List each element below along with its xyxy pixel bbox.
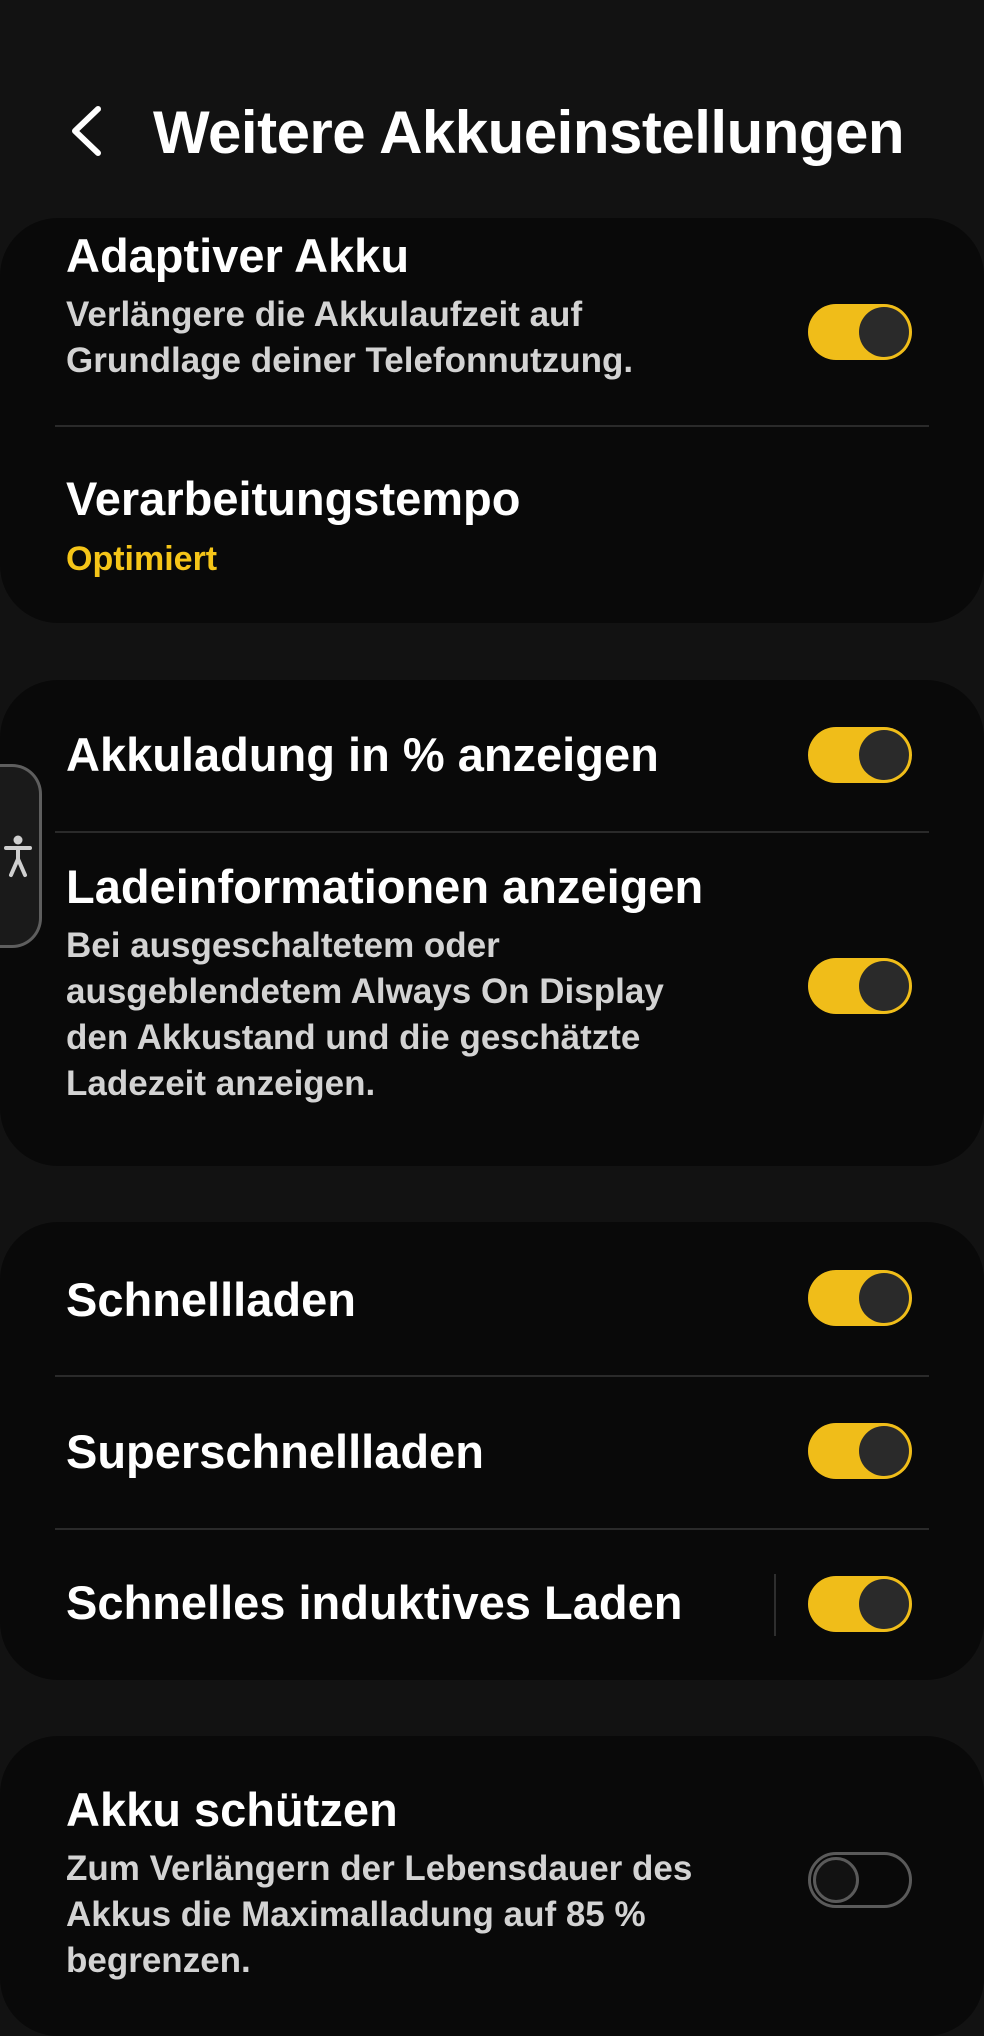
row-title: Akkuladung in % anzeigen (66, 728, 659, 781)
settings-card-charging: Schnellladen Superschnellladen Schnelles… (0, 1222, 984, 1680)
toggle-knob (859, 961, 909, 1011)
toggle-knob (813, 1857, 859, 1903)
accessibility-person-icon (3, 835, 32, 877)
vertical-separator (774, 1574, 776, 1636)
row-title: Adaptiver Akku (66, 229, 410, 282)
row-charging-info[interactable]: Ladeinformationen anzeigen Bei ausgescha… (0, 833, 984, 1166)
toggle-knob (859, 1579, 909, 1629)
row-title: Akku schützen (66, 1783, 398, 1836)
row-description: Zum Verlängern der Lebensdauer des Akkus… (66, 1849, 693, 1980)
row-adaptive-battery[interactable]: Adaptiver Akku Verlängere die Akkulaufze… (0, 218, 984, 426)
row-title: Superschnellladen (66, 1425, 484, 1478)
page-title: Weitere Akkueinstellungen (153, 99, 905, 166)
fast-charging-toggle[interactable] (808, 1270, 912, 1326)
row-fast-wireless-charging[interactable]: Schnelles induktives Laden (0, 1530, 984, 1680)
charging-info-toggle[interactable] (808, 958, 912, 1014)
protect-battery-toggle[interactable] (808, 1852, 912, 1908)
settings-card-display: Akkuladung in % anzeigen Ladeinformation… (0, 680, 984, 1166)
settings-card-adaptive: Adaptiver Akku Verlängere die Akkulaufze… (0, 218, 984, 623)
row-title: Ladeinformationen anzeigen (66, 860, 704, 913)
adaptive-battery-toggle[interactable] (808, 304, 912, 360)
toggle-knob (859, 1273, 909, 1323)
row-super-fast-charging[interactable]: Superschnellladen (0, 1377, 984, 1528)
row-title: Schnelles induktives Laden (66, 1576, 683, 1629)
row-fast-charging[interactable]: Schnellladen (0, 1222, 984, 1375)
row-show-percentage[interactable]: Akkuladung in % anzeigen (0, 680, 984, 831)
toggle-knob (859, 730, 909, 780)
fast-wireless-charging-toggle[interactable] (808, 1576, 912, 1632)
chevron-left-icon (72, 106, 101, 156)
row-description: Verlängere die Akkulaufzeit auf Grundlag… (66, 295, 634, 380)
back-button[interactable] (62, 100, 110, 162)
row-protect-battery[interactable]: Akku schützen Zum Verlängern der Lebensd… (0, 1736, 984, 2036)
row-title: Verarbeitungstempo (66, 472, 521, 525)
settings-card-protect: Akku schützen Zum Verlängern der Lebensd… (0, 1736, 984, 2036)
row-processing-speed[interactable]: Verarbeitungstempo Optimiert (0, 427, 984, 623)
show-percentage-toggle[interactable] (808, 727, 912, 783)
accessibility-handle[interactable] (0, 764, 42, 948)
app-header: Weitere Akkueinstellungen (0, 0, 984, 230)
toggle-knob (859, 1426, 909, 1476)
row-value: Optimiert (66, 540, 218, 578)
row-title: Schnellladen (66, 1273, 356, 1326)
super-fast-charging-toggle[interactable] (808, 1423, 912, 1479)
row-description: Bei ausgeschaltetem oder ausgeblendetem … (66, 926, 664, 1103)
toggle-knob (859, 307, 909, 357)
